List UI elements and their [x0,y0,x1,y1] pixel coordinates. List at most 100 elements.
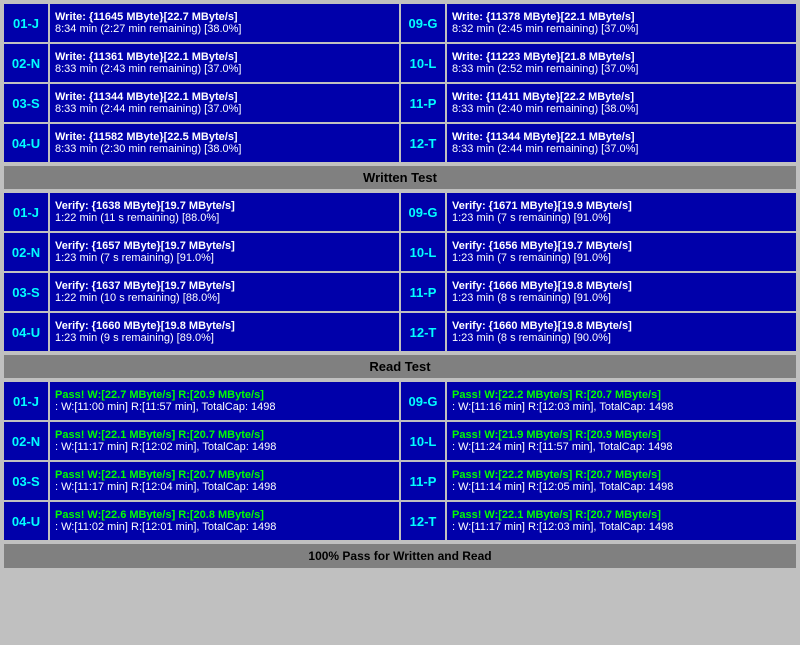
cell-left: Write: {11645 MByte}[22.7 MByte/s] 8:34 … [50,4,399,42]
cell-right: Verify: {1656 MByte}[19.7 MByte/s] 1:23 … [447,233,796,271]
row-label-right: 11-P [401,84,445,122]
cell-left-line2: 8:33 min (2:43 min remaining) [37.0%] [55,63,394,75]
cell-right-line2: 8:33 min (2:44 min remaining) [37.0%] [452,143,791,155]
cell-left: Verify: {1637 MByte}[19.7 MByte/s] 1:22 … [50,273,399,311]
row-label-right: 10-L [401,44,445,82]
pass-line-right: Pass! W:[22.2 MByte/s] R:[20.7 MByte/s] [452,389,791,401]
row-label-left: 01-J [4,382,48,420]
cell-left: Write: {11582 MByte}[22.5 MByte/s] 8:33 … [50,124,399,162]
cell-right-line1: Write: {11344 MByte}[22.1 MByte/s] [452,131,791,143]
cell-right: Write: {11223 MByte}[21.8 MByte/s] 8:33 … [447,44,796,82]
pass-line-left: Pass! W:[22.7 MByte/s] R:[20.9 MByte/s] [55,389,394,401]
cell-right-line2: 1:23 min (8 s remaining) [90.0%] [452,332,791,344]
pass-detail-left: : W:[11:17 min] R:[12:04 min], TotalCap:… [55,481,394,493]
cell-right: Verify: {1660 MByte}[19.8 MByte/s] 1:23 … [447,313,796,351]
pass-line-left: Pass! W:[22.1 MByte/s] R:[20.7 MByte/s] [55,469,394,481]
pass-detail-right: : W:[11:17 min] R:[12:03 min], TotalCap:… [452,521,791,533]
row-label-left: 02-N [4,422,48,460]
row-label-left: 02-N [4,44,48,82]
pass-cell-left: Pass! W:[22.7 MByte/s] R:[20.9 MByte/s] … [50,382,399,420]
cell-right: Verify: {1666 MByte}[19.8 MByte/s] 1:23 … [447,273,796,311]
cell-left-line2: 8:34 min (2:27 min remaining) [38.0%] [55,23,394,35]
cell-left-line2: 8:33 min (2:44 min remaining) [37.0%] [55,103,394,115]
pass-cell-right: Pass! W:[22.1 MByte/s] R:[20.7 MByte/s] … [447,502,796,540]
cell-left-line2: 1:22 min (10 s remaining) [88.0%] [55,292,394,304]
row-label-left: 03-S [4,84,48,122]
row-label-left: 03-S [4,462,48,500]
row-label-left: 01-J [4,193,48,231]
cell-left: Write: {11361 MByte}[22.1 MByte/s] 8:33 … [50,44,399,82]
verify-section: 01-J Verify: {1638 MByte}[19.7 MByte/s] … [4,193,796,378]
row-label-right: 09-G [401,4,445,42]
table-row: 03-S Pass! W:[22.1 MByte/s] R:[20.7 MByt… [4,462,796,500]
pass-detail-right: : W:[11:16 min] R:[12:03 min], TotalCap:… [452,401,791,413]
read-section: 01-J Pass! W:[22.7 MByte/s] R:[20.9 MByt… [4,382,796,540]
table-row: 03-S Verify: {1637 MByte}[19.7 MByte/s] … [4,273,796,311]
pass-cell-right: Pass! W:[22.2 MByte/s] R:[20.7 MByte/s] … [447,462,796,500]
pass-line-right: Pass! W:[22.1 MByte/s] R:[20.7 MByte/s] [452,509,791,521]
cell-right-line1: Verify: {1660 MByte}[19.8 MByte/s] [452,320,791,332]
cell-right-line2: 1:23 min (7 s remaining) [91.0%] [452,212,791,224]
pass-detail-left: : W:[11:17 min] R:[12:02 min], TotalCap:… [55,441,394,453]
table-row: 02-N Write: {11361 MByte}[22.1 MByte/s] … [4,44,796,82]
cell-right: Verify: {1671 MByte}[19.9 MByte/s] 1:23 … [447,193,796,231]
cell-right-line1: Write: {11378 MByte}[22.1 MByte/s] [452,11,791,23]
read-rows: 01-J Pass! W:[22.7 MByte/s] R:[20.9 MByt… [4,382,796,540]
cell-right-line1: Verify: {1656 MByte}[19.7 MByte/s] [452,240,791,252]
read-test-header: Read Test [4,355,796,378]
pass-cell-right: Pass! W:[21.9 MByte/s] R:[20.9 MByte/s] … [447,422,796,460]
row-label-right: 10-L [401,233,445,271]
cell-left-line1: Write: {11361 MByte}[22.1 MByte/s] [55,51,394,63]
table-row: 01-J Write: {11645 MByte}[22.7 MByte/s] … [4,4,796,42]
cell-right-line1: Verify: {1671 MByte}[19.9 MByte/s] [452,200,791,212]
pass-line-left: Pass! W:[22.1 MByte/s] R:[20.7 MByte/s] [55,429,394,441]
table-row: 04-U Pass! W:[22.6 MByte/s] R:[20.8 MByt… [4,502,796,540]
table-row: 01-J Pass! W:[22.7 MByte/s] R:[20.9 MByt… [4,382,796,420]
cell-right-line2: 1:23 min (7 s remaining) [91.0%] [452,252,791,264]
row-label-right: 11-P [401,462,445,500]
pass-detail-left: : W:[11:02 min] R:[12:01 min], TotalCap:… [55,521,394,533]
cell-left-line2: 1:23 min (7 s remaining) [91.0%] [55,252,394,264]
table-row: 04-U Write: {11582 MByte}[22.5 MByte/s] … [4,124,796,162]
footer-bar: 100% Pass for Written and Read [4,544,796,568]
row-label-right: 12-T [401,502,445,540]
cell-right-line2: 1:23 min (8 s remaining) [91.0%] [452,292,791,304]
written-test-header: Written Test [4,166,796,189]
cell-left-line1: Write: {11645 MByte}[22.7 MByte/s] [55,11,394,23]
verify-rows: 01-J Verify: {1638 MByte}[19.7 MByte/s] … [4,193,796,351]
cell-left: Write: {11344 MByte}[22.1 MByte/s] 8:33 … [50,84,399,122]
pass-line-right: Pass! W:[22.2 MByte/s] R:[20.7 MByte/s] [452,469,791,481]
row-label-right: 12-T [401,124,445,162]
pass-detail-right: : W:[11:14 min] R:[12:05 min], TotalCap:… [452,481,791,493]
row-label-right: 09-G [401,193,445,231]
cell-left-line1: Verify: {1660 MByte}[19.8 MByte/s] [55,320,394,332]
cell-right-line1: Write: {11411 MByte}[22.2 MByte/s] [452,91,791,103]
pass-line-right: Pass! W:[21.9 MByte/s] R:[20.9 MByte/s] [452,429,791,441]
cell-left-line2: 8:33 min (2:30 min remaining) [38.0%] [55,143,394,155]
row-label-left: 04-U [4,124,48,162]
cell-left: Verify: {1638 MByte}[19.7 MByte/s] 1:22 … [50,193,399,231]
row-label-left: 01-J [4,4,48,42]
table-row: 01-J Verify: {1638 MByte}[19.7 MByte/s] … [4,193,796,231]
row-label-left: 04-U [4,502,48,540]
cell-left-line2: 1:22 min (11 s remaining) [88.0%] [55,212,394,224]
cell-left-line1: Verify: {1638 MByte}[19.7 MByte/s] [55,200,394,212]
cell-right-line1: Write: {11223 MByte}[21.8 MByte/s] [452,51,791,63]
pass-detail-right: : W:[11:24 min] R:[11:57 min], TotalCap:… [452,441,791,453]
row-label-left: 04-U [4,313,48,351]
cell-right: Write: {11344 MByte}[22.1 MByte/s] 8:33 … [447,124,796,162]
cell-left-line1: Verify: {1657 MByte}[19.7 MByte/s] [55,240,394,252]
cell-right: Write: {11378 MByte}[22.1 MByte/s] 8:32 … [447,4,796,42]
cell-right: Write: {11411 MByte}[22.2 MByte/s] 8:33 … [447,84,796,122]
table-row: 02-N Pass! W:[22.1 MByte/s] R:[20.7 MByt… [4,422,796,460]
pass-cell-left: Pass! W:[22.1 MByte/s] R:[20.7 MByte/s] … [50,422,399,460]
row-label-right: 12-T [401,313,445,351]
cell-left: Verify: {1657 MByte}[19.7 MByte/s] 1:23 … [50,233,399,271]
cell-left-line1: Verify: {1637 MByte}[19.7 MByte/s] [55,280,394,292]
cell-left-line2: 1:23 min (9 s remaining) [89.0%] [55,332,394,344]
cell-left: Verify: {1660 MByte}[19.8 MByte/s] 1:23 … [50,313,399,351]
cell-right-line1: Verify: {1666 MByte}[19.8 MByte/s] [452,280,791,292]
row-label-left: 02-N [4,233,48,271]
table-row: 04-U Verify: {1660 MByte}[19.8 MByte/s] … [4,313,796,351]
pass-cell-left: Pass! W:[22.1 MByte/s] R:[20.7 MByte/s] … [50,462,399,500]
